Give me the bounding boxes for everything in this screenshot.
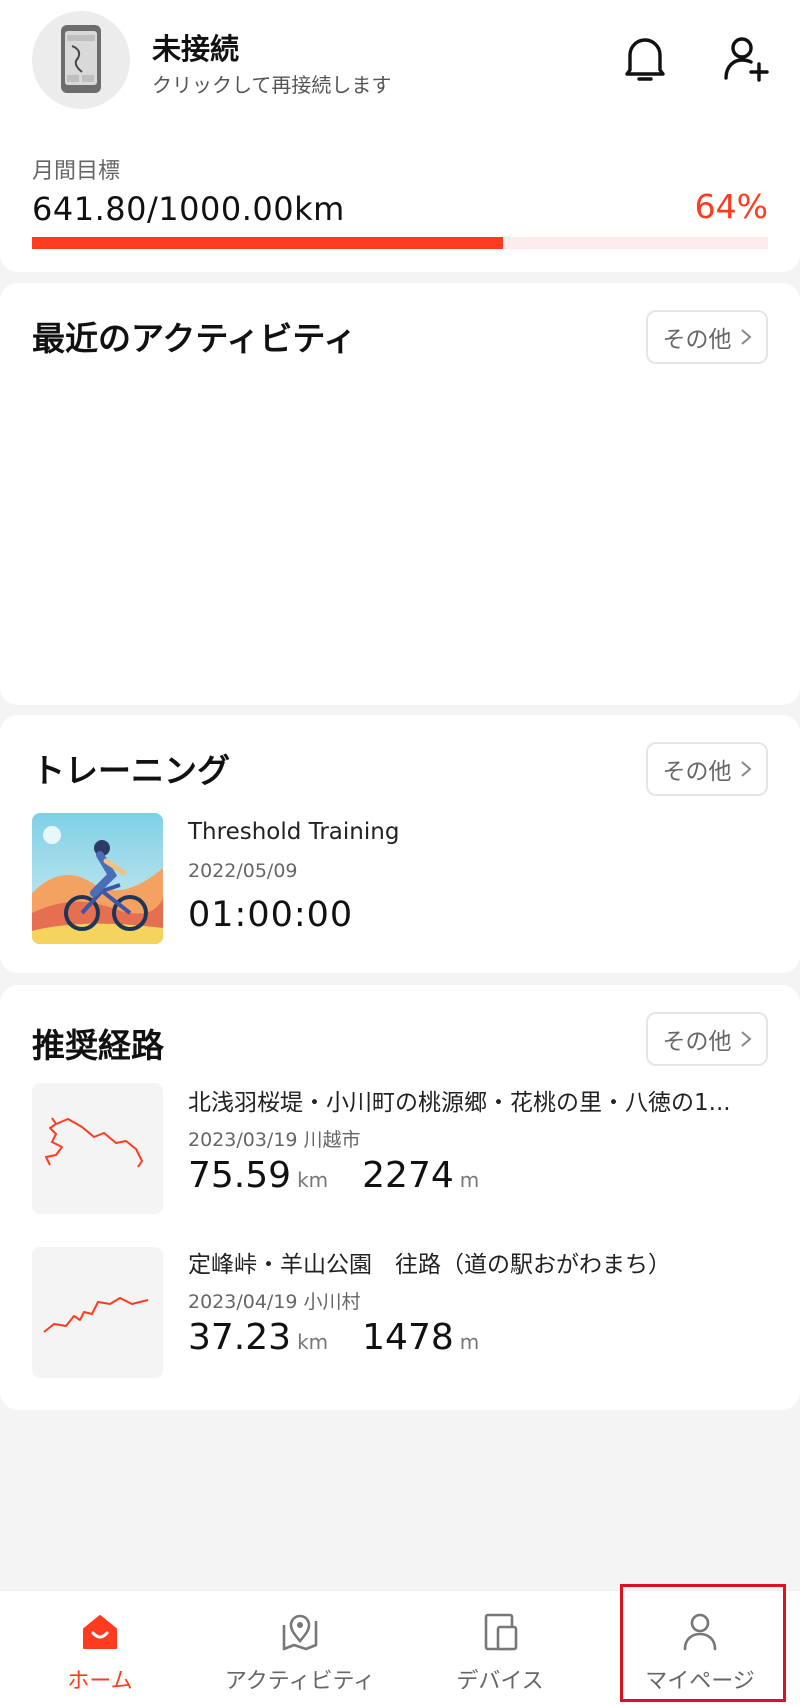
home-icon xyxy=(83,1615,117,1649)
training-title: トレーニング xyxy=(32,751,230,790)
chevron-right-icon xyxy=(740,329,752,345)
more-label: その他 xyxy=(662,1029,732,1055)
chevron-right-icon xyxy=(740,1031,752,1047)
recommended-routes-card: 推奨経路 その他 北浅羽桜堤・小川町の桃源郷・花桃の里・八徳の1... 2023… xyxy=(0,985,800,1410)
progress-fill xyxy=(32,237,504,249)
route-distance-unit: km xyxy=(297,1168,329,1192)
map-pin-icon xyxy=(282,1614,318,1651)
device-image[interactable] xyxy=(32,11,130,109)
route-map-thumbnail[interactable] xyxy=(32,1247,163,1378)
route-line xyxy=(45,1117,143,1168)
add-user-icon[interactable] xyxy=(722,34,772,84)
training-card: トレーニング その他 Threshold Training 2022/05/09… xyxy=(0,715,800,973)
route-elevation-unit: m xyxy=(459,1168,480,1192)
route-distance-unit: km xyxy=(297,1330,329,1354)
monthly-goal-progress xyxy=(32,237,768,249)
route-elevation-unit: m xyxy=(459,1330,480,1354)
training-more-button[interactable]: その他 xyxy=(646,742,768,796)
training-duration: 01:00:00 xyxy=(188,895,354,935)
nav-label-devices: デバイス xyxy=(456,1669,544,1694)
header-panel: 未接続 クリックして再接続します 月間目標 641.80/1000.00km 6… xyxy=(0,0,800,272)
recent-activity-card: 最近のアクティビティ その他 xyxy=(0,283,800,705)
device-status[interactable]: 未接続 xyxy=(152,26,239,68)
route-line xyxy=(43,1297,149,1333)
more-label: その他 xyxy=(662,327,732,353)
route-meta: 2023/04/19 小川村 xyxy=(188,1291,361,1313)
bell-icon[interactable] xyxy=(622,34,668,84)
bike-computer-icon xyxy=(61,25,101,93)
route-stats: 75.59 km 2274 m xyxy=(188,1155,479,1196)
route-distance: 75.59 xyxy=(188,1155,292,1196)
nav-label-home: ホーム xyxy=(67,1669,133,1694)
reconnect-hint[interactable]: クリックして再接続します xyxy=(152,69,391,98)
route-map-thumbnail[interactable] xyxy=(32,1083,163,1214)
route-elevation: 2274 xyxy=(362,1155,454,1196)
nav-item-home[interactable]: ホーム xyxy=(0,1591,200,1705)
recent-activity-title: 最近のアクティビティ xyxy=(32,319,357,358)
routes-more-button[interactable]: その他 xyxy=(646,1012,768,1066)
more-label: その他 xyxy=(662,759,732,785)
routes-title: 推奨経路 xyxy=(32,1026,164,1065)
recent-activity-more-button[interactable]: その他 xyxy=(646,310,768,364)
nav-label-activity: アクティビティ xyxy=(224,1669,376,1694)
training-date: 2022/05/09 xyxy=(188,860,298,882)
devices-icon xyxy=(484,1613,518,1651)
route-meta: 2023/03/19 川越市 xyxy=(188,1129,361,1151)
route-distance: 37.23 xyxy=(188,1317,292,1358)
route-elevation: 1478 xyxy=(362,1317,454,1358)
cyclist-illustration xyxy=(32,813,163,944)
monthly-goal-label: 月間目標 xyxy=(32,159,121,184)
chevron-right-icon xyxy=(740,761,752,777)
training-name[interactable]: Threshold Training xyxy=(188,819,399,845)
mypage-highlight-box xyxy=(620,1584,786,1702)
training-thumbnail[interactable] xyxy=(32,813,163,944)
nav-item-activity[interactable]: アクティビティ xyxy=(200,1591,400,1705)
monthly-goal-percent: 64% xyxy=(694,187,768,226)
route-name[interactable]: 北浅羽桜堤・小川町の桃源郷・花桃の里・八徳の1... xyxy=(188,1083,768,1117)
monthly-goal-value: 641.80/1000.00km xyxy=(32,190,345,228)
route-name[interactable]: 定峰峠・羊山公園 往路（道の駅おがわまち） xyxy=(188,1245,768,1279)
nav-item-devices[interactable]: デバイス xyxy=(400,1591,600,1705)
route-stats: 37.23 km 1478 m xyxy=(188,1317,479,1358)
